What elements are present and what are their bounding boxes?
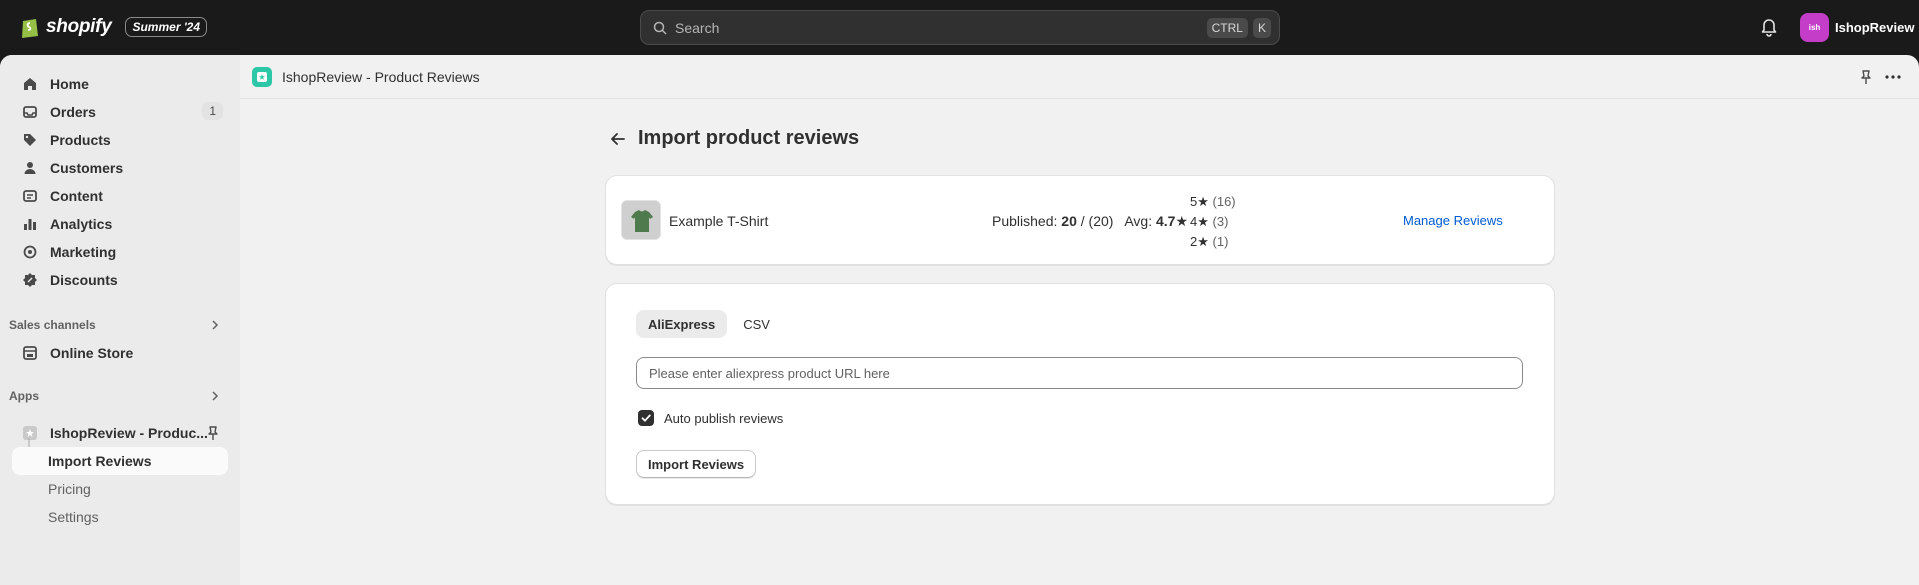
sidebar-item-customers[interactable]: Customers [12,154,228,182]
rating-row: 2★ (1) [1190,232,1236,252]
orders-count-badge: 1 [202,102,223,120]
sidebar-item-label: Customers [50,160,124,176]
content-icon [22,188,38,204]
account-name: IshopReview [1835,20,1915,35]
tag-icon [22,132,38,148]
sidebar-item-label: Home [50,76,89,92]
search-placeholder: Search [675,19,720,36]
sidebar-item-discounts[interactable]: Discounts [12,266,228,294]
sidebar-item-marketing[interactable]: Marketing [12,238,228,266]
source-tabs: AliExpress CSV [636,310,786,338]
rating-stars: 2★ [1190,234,1209,249]
sidebar-item-analytics[interactable]: Analytics [12,210,228,238]
product-name: Example T-Shirt [669,213,769,229]
home-icon [22,76,38,92]
shortcut-key-ctrl: CTRL [1206,17,1248,38]
orders-icon [22,104,38,120]
sidebar-subitem-settings[interactable]: Settings [12,503,228,531]
app-header: IshopReview - Product Reviews [240,55,1919,99]
sidebar: Home Orders 1 Products Customers Content… [0,55,240,585]
discount-icon [22,272,38,288]
sidebar-item-home[interactable]: Home [12,70,228,98]
product-summary-card: Example T-Shirt Published: 20 / (20) Avg… [605,175,1555,265]
sidebar-item-label: Analytics [50,216,113,232]
more-actions-icon[interactable] [1885,75,1901,79]
sales-channels-heading[interactable]: Sales channels [9,318,96,332]
tab-aliexpress[interactable]: AliExpress [636,310,728,338]
import-reviews-button[interactable]: Import Reviews [636,450,757,478]
app-title: IshopReview - Product Reviews [282,68,480,85]
tab-csv[interactable]: CSV [731,310,782,338]
main-content: IshopReview - Product Reviews Import pro… [240,55,1919,585]
sidebar-item-content[interactable]: Content [12,182,228,210]
auto-publish-option[interactable]: Auto publish reviews [638,410,783,426]
bell-icon[interactable] [1760,17,1778,37]
rating-count: (16) [1212,194,1236,209]
account-menu[interactable]: ish IshopReview [1800,13,1914,42]
sidebar-item-label: Orders [50,104,96,120]
back-arrow-icon[interactable] [610,131,626,147]
published-label: Published: [992,213,1058,229]
pin-icon[interactable] [206,425,220,441]
page-title: Import product reviews [638,127,860,149]
aliexpress-url-input[interactable] [636,357,1523,389]
rating-row: 4★ (3) [1190,212,1236,232]
rating-stars: 4★ [1190,214,1209,229]
chevron-right-icon[interactable] [210,320,220,330]
sidebar-item-online-store[interactable]: Online Store [12,339,228,367]
rating-stars: 5★ [1190,194,1209,209]
app-icon [252,66,272,87]
published-count: 20 [1061,213,1077,229]
rating-count: (1) [1212,234,1229,249]
sidebar-item-label: Discounts [50,272,118,288]
sidebar-item-label: IshopReview - Produc... [50,425,208,441]
avg-label: Avg: [1124,213,1153,229]
sidebar-item-label: Products [50,132,111,148]
page-header: Import product reviews [610,127,859,150]
avg-rating: 4.7★ [1156,213,1189,229]
sidebar-item-ishopreview-app[interactable]: IshopReview - Produc... [12,419,228,447]
sidebar-item-label: Online Store [50,345,134,361]
auto-publish-label: Auto publish reviews [664,410,784,426]
published-total: / (20) [1080,213,1114,229]
shopify-logo[interactable]: shopify Summer '24 [20,15,208,39]
sidebar-item-products[interactable]: Products [12,126,228,154]
brand-name: shopify [46,16,112,37]
apps-heading[interactable]: Apps [9,389,39,403]
chevron-right-icon[interactable] [210,391,220,401]
sidebar-item-orders[interactable]: Orders 1 [12,98,228,126]
auto-publish-checkbox[interactable] [638,410,654,426]
rating-row: 5★ (16) [1190,192,1236,212]
bar-chart-icon [22,216,38,232]
sidebar-item-label: Marketing [50,244,117,260]
checkmark-icon [641,414,651,422]
target-icon [22,244,38,260]
pin-icon[interactable] [1859,69,1873,85]
rating-distribution: 5★ (16) 4★ (3) 2★ (1) [1190,192,1236,252]
product-thumbnail [621,200,661,240]
global-search[interactable]: Search CTRL K [640,10,1280,45]
person-icon [22,160,38,176]
admin-frame: Home Orders 1 Products Customers Content… [0,55,1919,585]
rating-count: (3) [1212,214,1229,229]
edition-badge[interactable]: Summer '24 [125,17,208,37]
top-bar: shopify Summer '24 Search CTRL K ish Ish… [0,0,1919,55]
search-icon [653,21,667,35]
avatar: ish [1800,13,1829,42]
shopify-bag-icon [22,19,38,38]
sidebar-item-label: Content [50,188,103,204]
shortcut-key-k: K [1252,17,1271,38]
store-icon [22,345,38,361]
review-stats: Published: 20 / (20) Avg: 4.7★ [992,213,1188,230]
sidebar-subitem-import-reviews[interactable]: Import Reviews [12,447,228,475]
sidebar-subitem-pricing[interactable]: Pricing [12,475,228,503]
manage-reviews-link[interactable]: Manage Reviews [1403,213,1503,228]
import-card: AliExpress CSV Auto publish reviews Impo… [605,283,1555,505]
